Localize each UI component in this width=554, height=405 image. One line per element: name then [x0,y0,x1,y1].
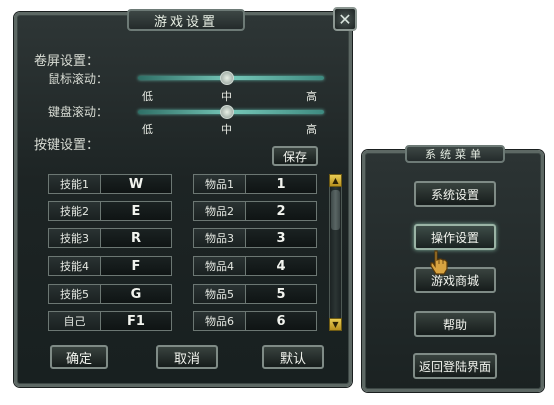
key-binding-name: 技能4 [48,256,100,276]
key-binding-row: 物品4 4 [193,256,317,276]
system-menu-title: 系统菜单 [405,145,505,163]
key-binding-name: 技能2 [48,201,100,221]
key-binding-row: 技能3 R [48,228,172,248]
key-binding-value[interactable]: 2 [245,201,317,221]
scroll-down-icon[interactable]: ▼ [329,318,342,331]
return-login-button[interactable]: 返回登陆界面 [413,353,497,379]
operation-settings-button[interactable]: 操作设置 [414,224,496,250]
key-binding-row: 物品1 1 [193,174,317,194]
key-binding-row: 技能4 F [48,256,172,276]
key-binding-value[interactable]: 6 [245,311,317,331]
key-binding-name: 技能3 [48,228,100,248]
key-binding-name: 物品1 [193,174,245,194]
close-icon[interactable]: ✕ [333,7,357,31]
game-shop-button[interactable]: 游戏商城 [414,267,496,293]
mouse-tick-mid: 中 [221,90,232,103]
scrollbar-thumb[interactable] [331,190,340,230]
key-settings-heading: 按键设置： [34,138,100,153]
key-binding-value[interactable]: F1 [100,311,172,331]
default-button[interactable]: 默认 [262,345,324,369]
key-binding-name: 技能5 [48,284,100,304]
save-button[interactable]: 保存 [272,146,318,166]
key-binding-row: 物品5 5 [193,284,317,304]
key-binding-value[interactable]: W [100,174,172,194]
scroll-settings-heading: 卷屏设置： [34,54,100,69]
key-binding-value[interactable]: E [100,201,172,221]
system-settings-button[interactable]: 系统设置 [414,181,496,207]
keyboard-tick-low: 低 [142,123,153,136]
key-binding-name: 物品2 [193,201,245,221]
key-binding-name: 自己 [48,311,100,331]
key-binding-row: 技能1 W [48,174,172,194]
keyboard-tick-high: 高 [306,123,317,136]
key-binding-row: 自己 F1 [48,311,172,331]
help-button[interactable]: 帮助 [414,311,496,337]
key-binding-name: 物品3 [193,228,245,248]
key-binding-value[interactable]: 1 [245,174,317,194]
scroll-up-icon[interactable]: ▲ [329,174,342,187]
key-binding-row: 物品3 3 [193,228,317,248]
key-binding-value[interactable]: 5 [245,284,317,304]
key-binding-value[interactable]: 3 [245,228,317,248]
mouse-tick-high: 高 [306,90,317,103]
keyboard-scroll-label: 键盘滚动： [48,105,109,119]
confirm-button[interactable]: 确定 [50,345,108,369]
keyboard-scroll-slider-thumb[interactable] [220,105,234,119]
key-binding-name: 技能1 [48,174,100,194]
key-binding-value[interactable]: F [100,256,172,276]
hand-cursor-icon [430,250,448,275]
mouse-scroll-slider-thumb[interactable] [220,71,234,85]
window-title: 游戏设置 [127,9,245,31]
key-binding-row: 物品2 2 [193,201,317,221]
key-binding-row: 技能5 G [48,284,172,304]
key-binding-name: 物品5 [193,284,245,304]
key-binding-name: 物品6 [193,311,245,331]
cancel-button[interactable]: 取消 [156,345,218,369]
key-binding-row: 技能2 E [48,201,172,221]
mouse-tick-low: 低 [142,90,153,103]
mouse-scroll-label: 鼠标滚动： [48,72,109,86]
keyboard-tick-mid: 中 [221,123,232,136]
key-binding-row: 物品6 6 [193,311,317,331]
key-binding-value[interactable]: R [100,228,172,248]
key-binding-value[interactable]: 4 [245,256,317,276]
key-binding-name: 物品4 [193,256,245,276]
key-binding-value[interactable]: G [100,284,172,304]
